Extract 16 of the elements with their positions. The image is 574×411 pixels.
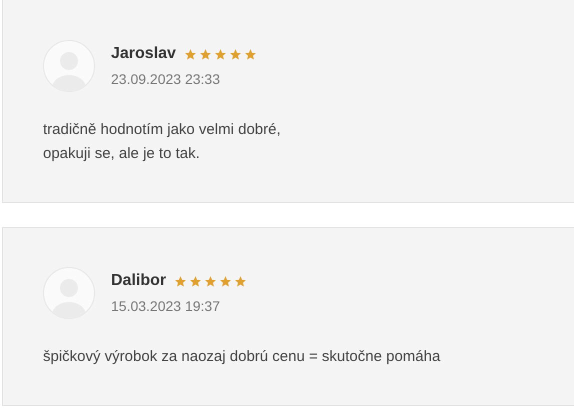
star-icon bbox=[184, 48, 197, 60]
review-date: 15.03.2023 19:37 bbox=[111, 297, 221, 316]
star-icon bbox=[244, 48, 257, 60]
star-icon bbox=[189, 274, 202, 288]
review-text: tradičně hodnotím jako velmi dobré, opakuji se, ale je to tak. bbox=[43, 120, 282, 164]
reviewer-name: Dalibor bbox=[111, 271, 166, 291]
star-icon bbox=[174, 274, 188, 288]
star-icon bbox=[228, 48, 242, 60]
star-icon bbox=[198, 48, 212, 60]
review-text: špičkový výrobok za naozaj dobrú cenu = skutočne pomáha bbox=[43, 347, 442, 367]
star-icon bbox=[214, 48, 227, 60]
star-icon bbox=[234, 274, 248, 288]
star-icon bbox=[204, 274, 218, 288]
review-date: 23.09.2023 23:33 bbox=[111, 70, 221, 89]
star-icon bbox=[219, 274, 232, 288]
reviewer-name: Jaroslav bbox=[111, 44, 176, 64]
